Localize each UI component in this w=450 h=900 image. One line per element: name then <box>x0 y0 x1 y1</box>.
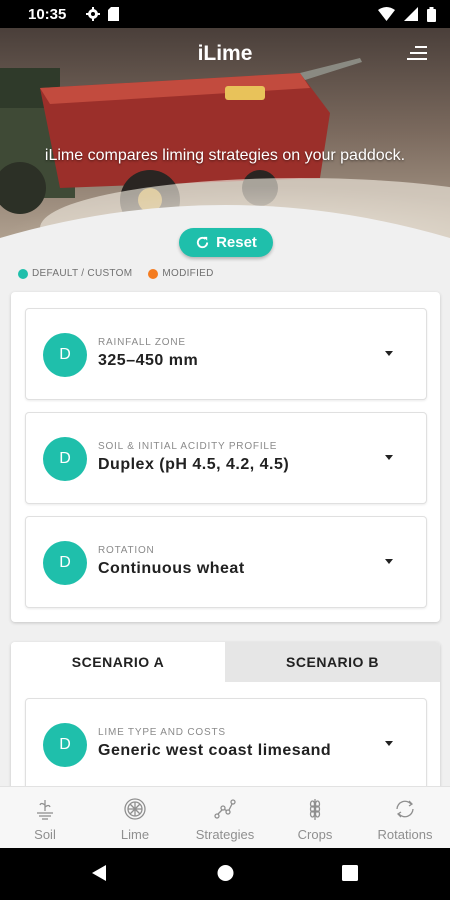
settings-gear-icon <box>86 7 101 21</box>
hero-tagline: iLime compares liming strategies on your… <box>44 147 406 164</box>
nav-lime[interactable]: Lime <box>90 787 180 848</box>
status-time: 10:35 <box>28 5 67 23</box>
default-badge: D <box>43 437 87 481</box>
tab-scenario-a[interactable]: SCENARIO A <box>11 642 225 682</box>
sd-card-icon <box>108 7 120 21</box>
nav-strategies-label: Strategies <box>195 827 255 842</box>
soil-profile-label: SOIL & INITIAL ACIDITY PROFILE <box>98 441 278 452</box>
dropdown-arrow-icon <box>385 455 393 460</box>
nav-strategies[interactable]: Strategies <box>180 787 270 848</box>
menu-icon[interactable] <box>406 45 428 61</box>
nav-crops-label: Crops <box>297 827 333 842</box>
legend-default: DEFAULT / CUSTOM <box>18 268 132 279</box>
status-legend: DEFAULT / CUSTOM MODIFIED <box>18 268 230 279</box>
system-navigation-bar <box>0 848 450 900</box>
back-icon[interactable] <box>91 864 107 882</box>
nav-soil[interactable]: Soil <box>0 787 90 848</box>
refresh-icon <box>196 236 209 249</box>
dropdown-arrow-icon <box>385 741 393 746</box>
dropdown-arrow-icon <box>385 351 393 356</box>
hero-header: iLime iLime compares liming strategies o… <box>0 28 450 260</box>
legend-default-dot <box>18 268 28 279</box>
lime-type-label: LIME TYPE AND COSTS <box>98 727 226 738</box>
rainfall-zone-label: RAINFALL ZONE <box>98 337 186 348</box>
nav-rotations-label: Rotations <box>377 827 433 842</box>
strategies-icon <box>214 799 236 819</box>
legend-modified: MODIFIED <box>148 268 213 279</box>
battery-icon <box>427 6 436 22</box>
signal-icon <box>404 7 418 21</box>
rotation-select[interactable]: D ROTATION Continuous wheat <box>25 516 427 608</box>
paddock-settings-panel: D RAINFALL ZONE 325–450 mm D SOIL & INIT… <box>11 292 440 622</box>
nav-crops[interactable]: Crops <box>270 787 360 848</box>
reset-button-label: Reset <box>216 234 257 251</box>
rotation-value: Continuous wheat <box>98 560 245 577</box>
nav-lime-label: Lime <box>120 827 150 842</box>
lime-icon <box>124 798 146 820</box>
rainfall-zone-select[interactable]: D RAINFALL ZONE 325–450 mm <box>25 308 427 400</box>
nav-soil-label: Soil <box>34 827 56 842</box>
dropdown-arrow-icon <box>385 559 393 564</box>
app-title: iLime <box>197 42 253 65</box>
status-bar: 10:35 <box>0 0 450 28</box>
home-icon[interactable] <box>217 864 234 882</box>
bottom-navigation: Soil Lime Strategies Crops Rotations <box>0 786 450 848</box>
reset-button[interactable]: Reset <box>179 228 273 257</box>
nav-rotations[interactable]: Rotations <box>360 787 450 848</box>
rotation-label: ROTATION <box>98 545 155 556</box>
soil-profile-value: Duplex (pH 4.5, 4.2, 4.5) <box>98 456 290 473</box>
soil-icon <box>37 800 53 820</box>
default-badge: D <box>43 723 87 767</box>
legend-default-label: DEFAULT / CUSTOM <box>32 268 133 279</box>
soil-profile-select[interactable]: D SOIL & INITIAL ACIDITY PROFILE Duplex … <box>25 412 427 504</box>
default-badge: D <box>43 333 87 377</box>
legend-modified-label: MODIFIED <box>162 268 214 279</box>
lime-type-select[interactable]: D LIME TYPE AND COSTS Generic west coast… <box>25 698 427 790</box>
legend-modified-dot <box>148 268 159 279</box>
lime-type-value: Generic west coast limesand <box>98 742 332 759</box>
default-badge: D <box>43 541 87 585</box>
tab-scenario-b[interactable]: SCENARIO B <box>225 642 440 682</box>
rotations-icon <box>396 800 414 818</box>
recents-icon[interactable] <box>342 864 358 882</box>
wifi-icon <box>378 7 395 21</box>
rainfall-zone-value: 325–450 mm <box>98 352 199 369</box>
crops-icon <box>309 799 321 820</box>
